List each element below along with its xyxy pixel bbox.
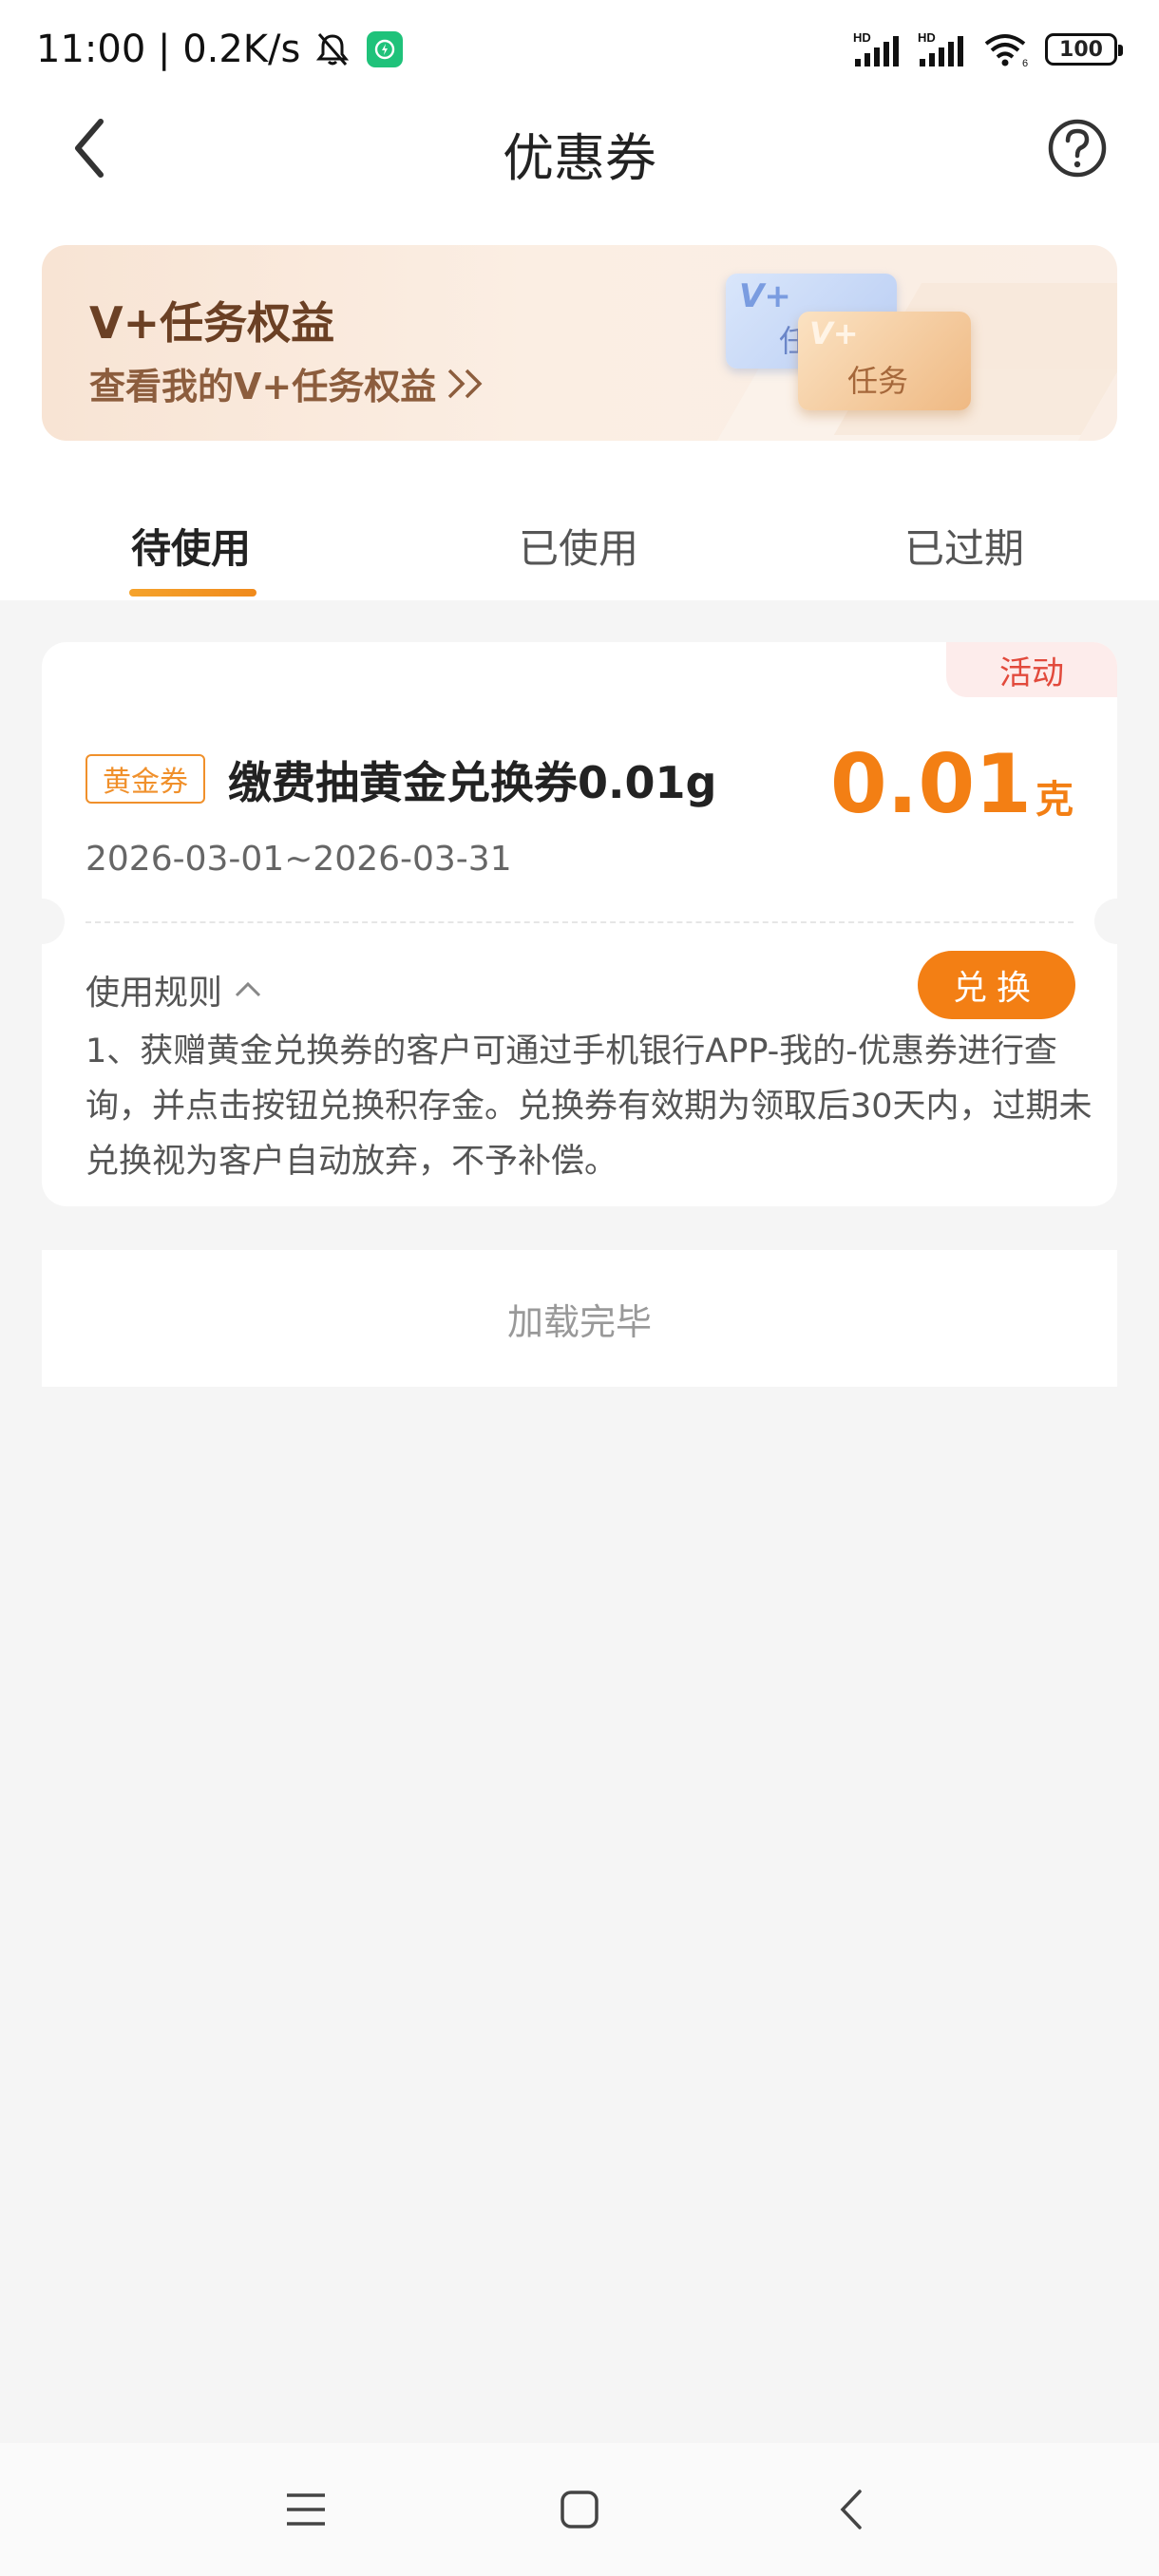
coupon-value-number: 0.01 bbox=[829, 737, 1032, 832]
banner-title: V+任务权益 bbox=[89, 297, 335, 349]
rules-toggle[interactable]: 使用规则 bbox=[86, 965, 262, 1014]
status-time: 11:00 bbox=[36, 28, 146, 71]
chevron-up-icon bbox=[235, 981, 261, 997]
status-separator: | bbox=[145, 28, 183, 71]
svg-text:HD: HD bbox=[853, 30, 871, 45]
tab-expired[interactable]: 已过期 bbox=[904, 517, 1024, 575]
banner-subtitle: 查看我的V+任务权益 bbox=[89, 366, 437, 407]
wifi-icon: 6 bbox=[984, 34, 1028, 68]
square-home-icon bbox=[560, 2491, 598, 2529]
coupon-value-unit: 克 bbox=[1036, 778, 1074, 822]
coupon-notch bbox=[42, 899, 65, 944]
list-end-indicator: 加载完毕 bbox=[42, 1250, 1117, 1387]
rules-label: 使用规则 bbox=[86, 974, 223, 1013]
tab-active-indicator bbox=[129, 589, 256, 597]
svg-text:HD: HD bbox=[918, 30, 936, 45]
recent-apps-button[interactable] bbox=[277, 2481, 334, 2538]
home-button[interactable] bbox=[551, 2481, 608, 2538]
banner-subtitle-link[interactable]: 查看我的V+任务权益 bbox=[89, 357, 489, 409]
coupon-card: 活动 黄金券 缴费抽黄金兑换券0.01g 0.01 克 2026-03-01~2… bbox=[42, 642, 1117, 1206]
banner-card-gold-bottom: 任务 bbox=[847, 363, 909, 399]
redeem-button[interactable]: 兑换 bbox=[918, 951, 1075, 1019]
tab-used[interactable]: 已使用 bbox=[519, 517, 638, 575]
question-circle-icon bbox=[1048, 119, 1107, 178]
page-header: 优惠券 bbox=[0, 99, 1159, 198]
coupon-date-range: 2026-03-01~2026-03-31 bbox=[86, 840, 512, 879]
svg-text:6: 6 bbox=[1022, 58, 1028, 68]
coupon-divider bbox=[86, 921, 1074, 923]
activity-tag: 活动 bbox=[946, 642, 1117, 697]
coupon-type-badge: 黄金券 bbox=[86, 754, 205, 804]
vplus-task-banner[interactable]: V+任务权益 查看我的V+任务权益 V+ 任 V+ 任务 bbox=[42, 245, 1117, 441]
coupon-name: 缴费抽黄金兑换券0.01g bbox=[228, 757, 717, 808]
signal-hd-2-icon: HD bbox=[918, 30, 963, 66]
signal-hd-1-icon: HD bbox=[853, 30, 899, 66]
page-title: 优惠券 bbox=[503, 128, 656, 188]
status-right: HD HD 6 100 bbox=[853, 27, 1123, 72]
system-back-button[interactable] bbox=[823, 2481, 880, 2538]
status-net-speed: 0.2K/s bbox=[182, 28, 301, 71]
banner-card-gold-top: V+ bbox=[809, 315, 859, 351]
banner-card-gold: V+ 任务 bbox=[798, 312, 971, 410]
status-bar: 11:00 | 0.2K/s HD HD 6 100 bbox=[0, 0, 1159, 99]
coupon-value: 0.01 克 bbox=[830, 737, 1074, 832]
menu-icon bbox=[287, 2493, 325, 2526]
tab-unused[interactable]: 待使用 bbox=[131, 517, 251, 575]
help-button[interactable] bbox=[1043, 114, 1112, 182]
system-nav-bar bbox=[0, 2443, 1159, 2576]
chevron-left-icon bbox=[840, 2490, 862, 2529]
coupon-tabs: 待使用 已使用 已过期 bbox=[0, 500, 1159, 600]
rules-text: 1、获赠黄金兑换券的客户可通过手机银行APP-我的-优惠券进行查询，并点击按钮兑… bbox=[86, 1032, 1092, 1181]
app-notification-icon bbox=[367, 31, 404, 67]
bell-muted-icon bbox=[316, 33, 350, 66]
battery-icon: 100 bbox=[1045, 33, 1123, 66]
status-left: 11:00 | 0.2K/s bbox=[36, 25, 404, 74]
double-chevron-right-icon bbox=[448, 369, 483, 398]
banner-card-blue-top: V+ bbox=[739, 277, 791, 315]
coupon-notch bbox=[1094, 899, 1117, 944]
